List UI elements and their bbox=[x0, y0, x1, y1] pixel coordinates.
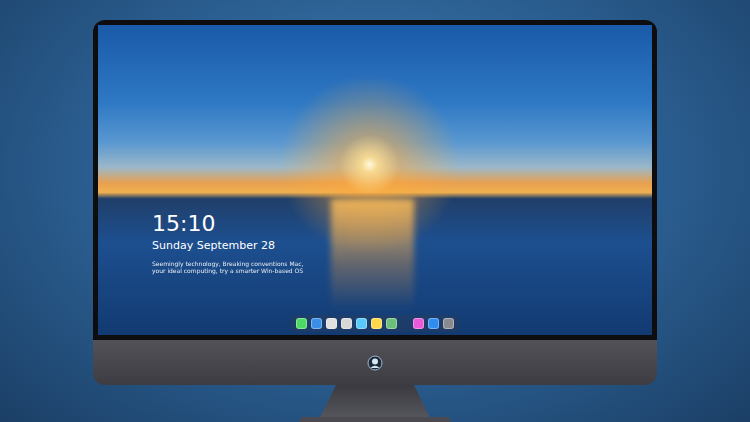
app-icon[interactable] bbox=[413, 318, 424, 329]
lock-note: Seemingly technology, Breaking conventio… bbox=[152, 260, 303, 274]
note-line: Seemingly technology, Breaking conventio… bbox=[152, 260, 303, 267]
desktop-wallpaper: 15:10 Sunday September 28 Seemingly techno… bbox=[98, 25, 652, 335]
monitor-foot bbox=[300, 417, 450, 422]
app-icon[interactable] bbox=[371, 318, 382, 329]
monitor-chin bbox=[93, 340, 657, 385]
monitor-bezel: 15:10 Sunday September 28 Seemingly techno… bbox=[93, 20, 657, 340]
clock-date: Sunday September 28 bbox=[152, 239, 303, 253]
dock bbox=[290, 315, 460, 332]
note-line: your ideal computing, try a smarter Win-… bbox=[152, 267, 303, 274]
app-icon[interactable] bbox=[386, 318, 397, 329]
app-icon[interactable] bbox=[443, 318, 454, 329]
app-icon[interactable] bbox=[311, 318, 322, 329]
sun-reflection bbox=[331, 199, 414, 311]
brand-logo-icon bbox=[367, 355, 383, 371]
monitor: 15:10 Sunday September 28 Seemingly techno… bbox=[93, 20, 657, 422]
app-icon[interactable] bbox=[428, 318, 439, 329]
dock-separator bbox=[401, 318, 409, 329]
app-icon[interactable] bbox=[341, 318, 352, 329]
app-icon[interactable] bbox=[326, 318, 337, 329]
lock-clock: 15:10 Sunday September 28 Seemingly techno… bbox=[152, 211, 303, 274]
app-icon[interactable] bbox=[296, 318, 307, 329]
app-icon[interactable] bbox=[356, 318, 367, 329]
monitor-stand bbox=[310, 385, 440, 417]
clock-time: 15:10 bbox=[152, 211, 303, 237]
